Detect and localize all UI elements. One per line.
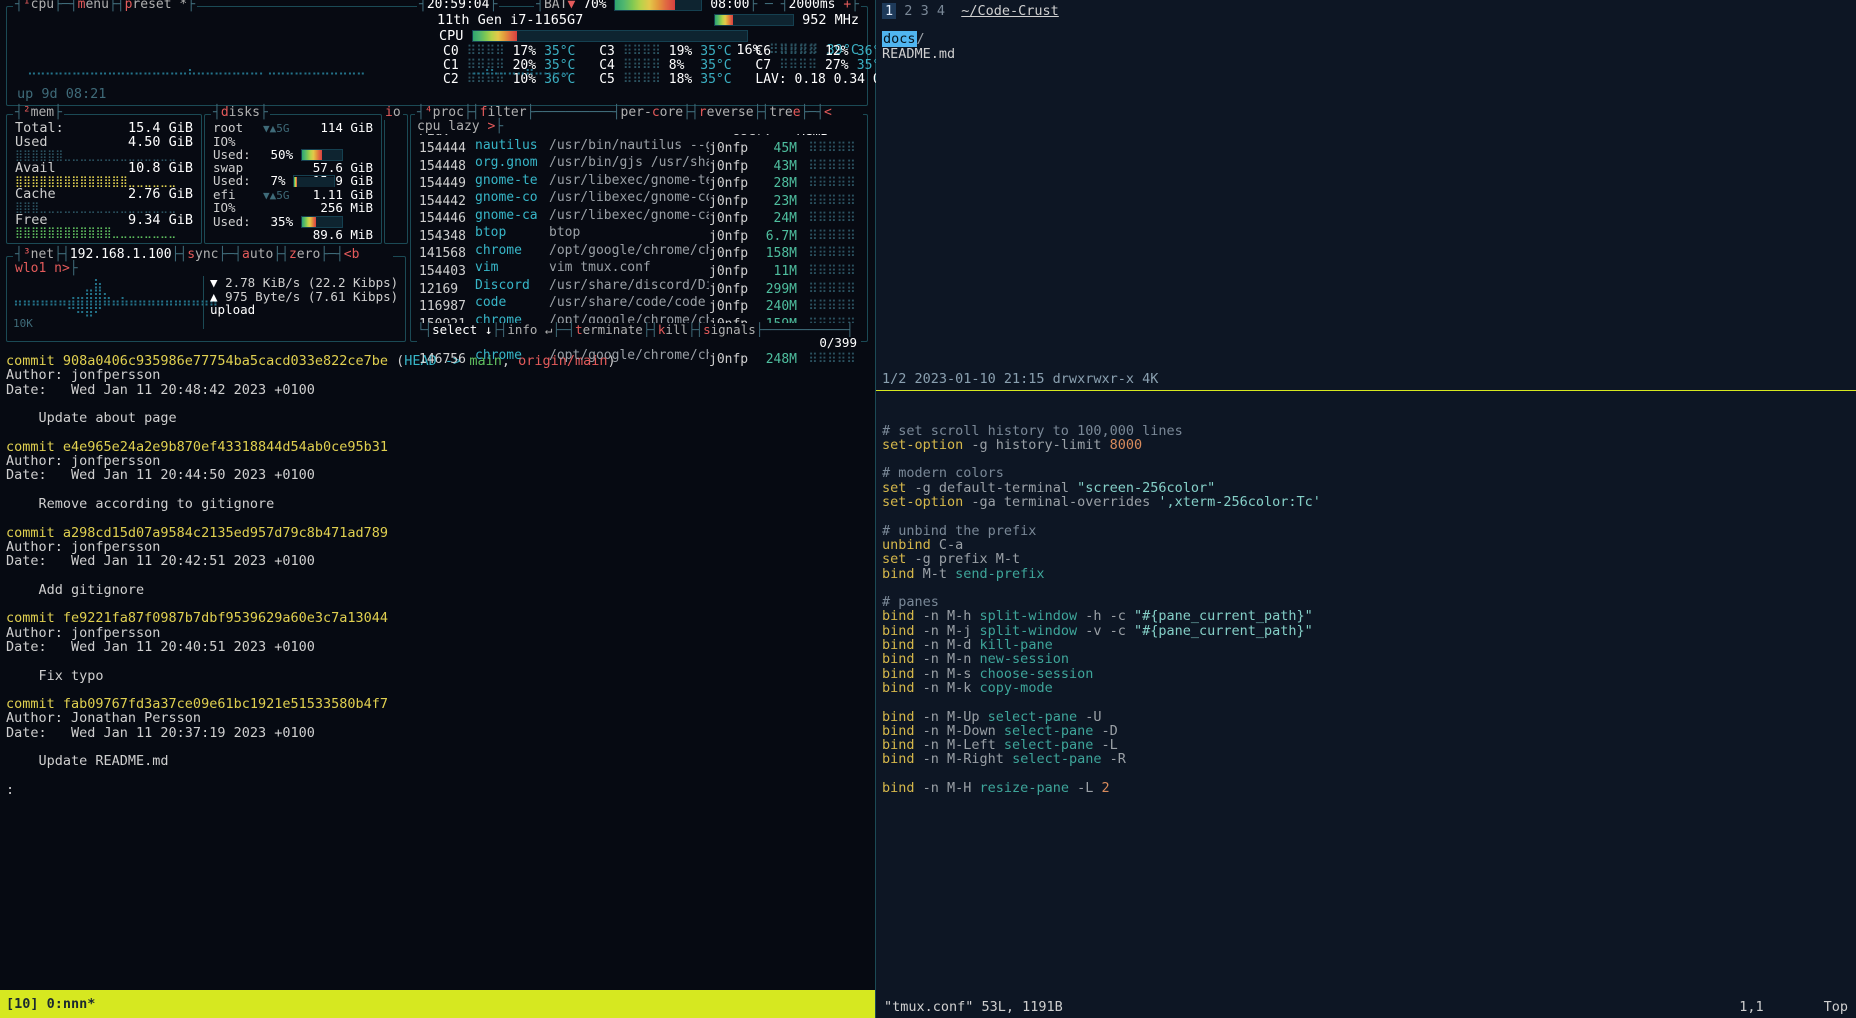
vim-line: bind -n M-H resize-pane -L 2: [882, 781, 1850, 795]
proc-row[interactable]: 154446gnome-ca/usr/libexec/gnome-calj0nf…: [419, 209, 861, 227]
net-upload-label: upload: [210, 303, 399, 316]
vim-line: # unbind the prefix: [882, 524, 1850, 538]
nnn-entry[interactable]: README.md: [882, 47, 1850, 61]
nnn-entry[interactable]: docs/: [882, 32, 1850, 46]
vim-line: # set scroll history to 100,000 lines: [882, 424, 1850, 438]
top-right-status: ┤BAT▼ 70% 08:00├ ─ ┤2000ms +├: [534, 0, 861, 12]
vim-line: set-option -ga terminal-overrides ',xter…: [882, 495, 1850, 509]
proc-row[interactable]: 154448org.gnom/usr/bin/gjs /usr/sharj0nf…: [419, 156, 861, 174]
proc-box[interactable]: ┤⁴proc├┤filter├──────────┤per-core├┤reve…: [410, 114, 868, 342]
cpu-box-title: ┤¹cpu├─┤menu├┤preset *├: [13, 0, 197, 12]
vim-line: bind -n M-k copy-mode: [882, 681, 1850, 695]
proc-row[interactable]: 154403vimvim tmux.confj0nfp11M⠿⠿⠿⠿⠿0.0: [419, 261, 861, 279]
proc-row[interactable]: 12169Discord/usr/share/discord/Disj0nfp2…: [419, 279, 861, 297]
git-log-pane[interactable]: commit 908a0406c935986e77754ba5cacd033e8…: [0, 350, 875, 990]
cpu-box: ┤¹cpu├─┤menu├┤preset *├ ┤20:59:04├ ┤BAT▼…: [6, 6, 868, 106]
battery-bar: [614, 0, 702, 11]
vim-line: bind -n M-h split-window -h -c "#{pane_c…: [882, 609, 1850, 623]
proc-footer: └┤select ↓├┤info ↵├─┤terminate├┤kill├┤si…: [417, 323, 861, 350]
vim-line: [882, 581, 1850, 595]
vim-line: bind -n M-Up select-pane -U: [882, 710, 1850, 724]
cpu-graph: ⠀⠀⠀⠀⠀⠀⠀⠀⠀⠀⠀⠀⠀⠀⠀⠀⠀⠀⠀⠀⠀⠀⠀⠀⠀⠀⠀⠀⠀⠀⠀⠀⠀⠀⠀⠀⠀⠀⣀⣀…: [27, 47, 569, 76]
vim-status-pos: 1,1: [1739, 1000, 1763, 1014]
nnn-tab-2[interactable]: 2: [904, 3, 912, 19]
nnn-pane[interactable]: 1 2 3 4 ~/Code-Crust docs/README.md 1/2 …: [876, 0, 1856, 390]
tmux-status-bar: [10] 0:nnn*: [0, 990, 875, 1018]
mem-box: ┤²mem├ Total:15.4 GiB Used4.50 GiB ⣿⣿⣿⣿⣿…: [6, 114, 202, 244]
nnn-tab-3[interactable]: 3: [921, 3, 929, 19]
proc-row[interactable]: 116987code/usr/share/code/code -j0nfp240…: [419, 296, 861, 314]
vim-status-scroll: Top: [1824, 1000, 1848, 1014]
vim-line: [882, 509, 1850, 523]
net-box: ┤³net├┤192.168.1.100├┤sync├─┤auto├┤zero├…: [6, 256, 406, 342]
vim-line: [882, 767, 1850, 781]
uptime: up 9d 08:21: [17, 87, 106, 101]
clock: ┤20:59:04├: [417, 0, 499, 12]
vim-pane[interactable]: # set scroll history to 100,000 linesset…: [876, 390, 1856, 1018]
vim-status-file: "tmux.conf" 53L, 1191B: [884, 1000, 1063, 1014]
nnn-status: 1/2 2023-01-10 21:15 drwxrwxr-x 4K: [882, 372, 1158, 386]
nnn-tabs: 1 2 3 4 ~/Code-Crust: [882, 4, 1850, 18]
cpu-model-row: 11th Gen i7-1165G7 952 MHz: [437, 13, 859, 27]
proc-row[interactable]: 154449gnome-te/usr/libexec/gnome-terj0nf…: [419, 174, 861, 192]
proc-row[interactable]: 141568chrome/opt/google/chrome/chrj0nfp1…: [419, 244, 861, 262]
vim-line: [882, 695, 1850, 709]
vim-line: bind -n M-n new-session: [882, 652, 1850, 666]
proc-row[interactable]: 154444nautilus/usr/bin/nautilus --gaj0nf…: [419, 139, 861, 157]
tmux-status-text: [10] 0:nnn*: [6, 997, 95, 1011]
vim-line: bind -n M-Left select-pane -L: [882, 738, 1850, 752]
vim-line: bind M-t send-prefix: [882, 567, 1850, 581]
net-graph: ⠀⠀⠀⠀⠀⠀⠀⠀⠀⣦⠀⠀⠀⠀⠀⠀⠀⠀⠀⠀⠀⠀⠀⣀⣀⣀⣀⣀⣀⣠⣤⣿⣿⣦⣀⣄⣀⣀⣀⣀…: [13, 275, 203, 318]
proc-row[interactable]: 154348btopbtopj0nfp6.7M⠿⠿⠿⠿⠿0.1: [419, 226, 861, 244]
nnn-tab-1[interactable]: 1: [882, 3, 896, 19]
vim-line: # modern colors: [882, 466, 1850, 480]
vim-line: bind -n M-d kill-pane: [882, 638, 1850, 652]
vim-line: set-option -g history-limit 8000: [882, 438, 1850, 452]
vim-line: bind -n M-s choose-session: [882, 667, 1850, 681]
vim-line: unbind C-a: [882, 538, 1850, 552]
nnn-path: ~/Code-Crust: [961, 3, 1059, 19]
vim-line: bind -n M-Right select-pane -R: [882, 752, 1850, 766]
vim-line: bind -n M-j split-window -v -c "#{pane_c…: [882, 624, 1850, 638]
disks-box: ┤disks├ root▼▲5G114 GiBIO%Used: 50% 57.6…: [204, 114, 382, 244]
vim-line: set -g prefix M-t: [882, 552, 1850, 566]
vim-line: [882, 452, 1850, 466]
proc-row[interactable]: 146756chrome/opt/google/chrome/chrj0nfp2…: [419, 349, 861, 367]
vim-line: set -g default-terminal "screen-256color…: [882, 481, 1850, 495]
vim-line: bind -n M-Down select-pane -D: [882, 724, 1850, 738]
proc-row[interactable]: 154442gnome-co/usr/libexec/gnome-conj0nf…: [419, 191, 861, 209]
nnn-tab-4[interactable]: 4: [937, 3, 945, 19]
net-scale-bot: 10K: [13, 318, 203, 330]
io-box: io: [384, 114, 408, 244]
vim-line: # panes: [882, 595, 1850, 609]
btop-pane[interactable]: ┤¹cpu├─┤menu├┤preset *├ ┤20:59:04├ ┤BAT▼…: [0, 0, 875, 350]
